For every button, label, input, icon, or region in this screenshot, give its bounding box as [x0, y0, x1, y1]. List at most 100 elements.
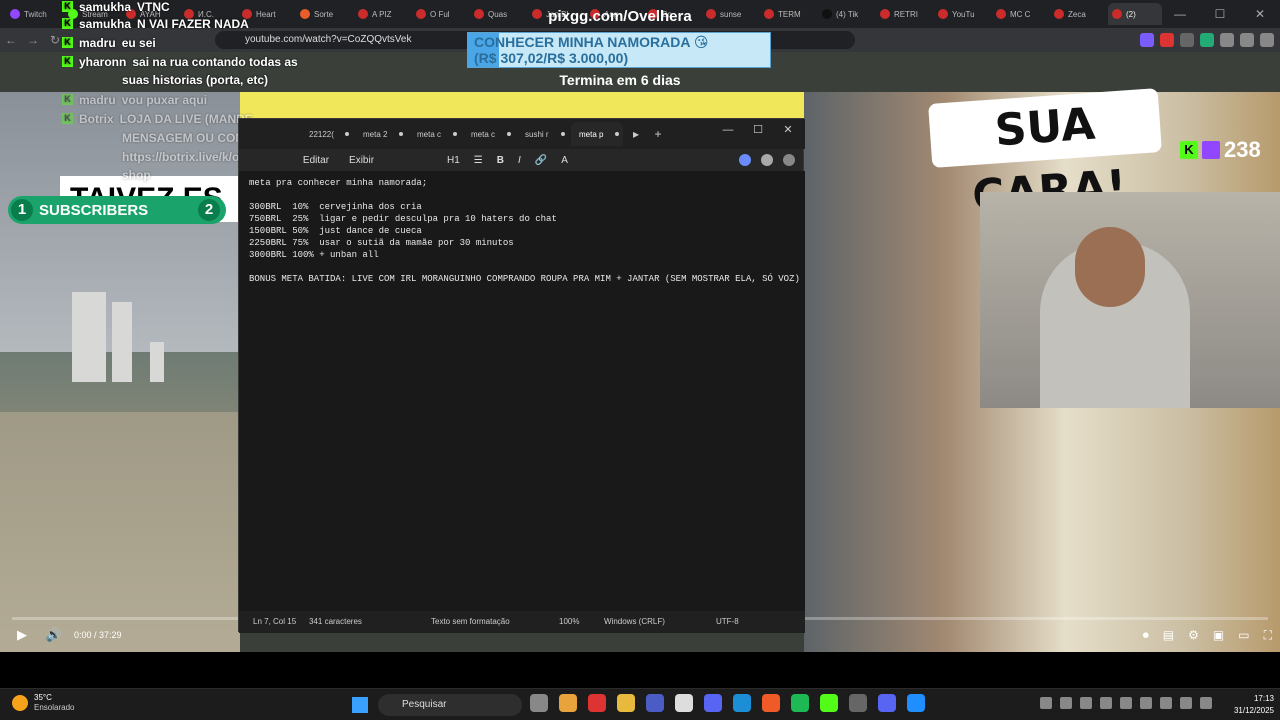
extension-icon[interactable]	[1180, 33, 1194, 47]
settings-icon[interactable]: ⚙	[1188, 628, 1199, 642]
copilot-icon[interactable]	[739, 154, 751, 166]
list-icon[interactable]: ☰	[474, 155, 483, 166]
theater-icon[interactable]: ▭	[1238, 628, 1249, 642]
brave-icon[interactable]	[762, 694, 780, 712]
favicon-icon	[416, 9, 426, 19]
volume-icon[interactable]: 🔊	[44, 627, 64, 643]
extension-icons	[1140, 28, 1274, 52]
menu-item-exibir[interactable]: Exibir	[339, 155, 384, 166]
notepad-window-controls: — ☐ ✕	[713, 119, 803, 143]
autoplay-toggle[interactable]: ⏺	[1143, 628, 1149, 643]
taskbar-apps	[530, 694, 925, 712]
browser-tab[interactable]: Zeca	[1050, 3, 1104, 25]
notepad-tab[interactable]: meta c	[463, 122, 515, 146]
browser-tab[interactable]: MC C	[992, 3, 1046, 25]
notepad-tab[interactable]: sushi r	[517, 122, 569, 146]
link-icon[interactable]: 🔗	[535, 155, 547, 166]
heading-select[interactable]: H1	[447, 155, 460, 166]
text-line: 3000BRL 100% + unban all	[249, 250, 379, 260]
discord-icon[interactable]	[878, 694, 896, 712]
browser-tab[interactable]: (4) Tik	[818, 3, 872, 25]
notepad-tab[interactable]: 22122(	[301, 122, 353, 146]
taskbar-search[interactable]: Pesquisar	[378, 694, 522, 716]
unsaved-dot-icon	[615, 132, 619, 136]
clear-format-icon[interactable]: A	[561, 155, 568, 166]
extension-icon[interactable]	[1160, 33, 1174, 47]
menu-item-editar[interactable]: Editar	[293, 155, 339, 166]
unsaved-dot-icon	[561, 132, 565, 136]
browser-tab[interactable]: YouTu	[934, 3, 988, 25]
fullscreen-icon[interactable]: ⛶	[1264, 628, 1272, 643]
notepad-tab[interactable]: meta 2	[355, 122, 407, 146]
kick-badge-icon: K	[62, 37, 73, 48]
weather-widget[interactable]: 35°C Ensolarado	[12, 693, 74, 713]
browser-tab[interactable]: O Ful	[412, 3, 466, 25]
chat-message: shop	[122, 168, 151, 182]
browser-tab[interactable]: Sorte	[296, 3, 350, 25]
new-tab-icon[interactable]: +	[647, 127, 669, 141]
favicon-icon	[10, 9, 20, 19]
browser-tab[interactable]: RETRI	[876, 3, 930, 25]
minimize-icon[interactable]: —	[1160, 0, 1200, 28]
app-icon[interactable]	[646, 694, 664, 712]
app-icon[interactable]	[849, 694, 867, 712]
task-view-icon[interactable]	[530, 694, 548, 712]
notepad-icon[interactable]	[907, 694, 925, 712]
miniplayer-icon[interactable]: ▣	[1213, 628, 1224, 642]
browser-tab[interactable]: A PIZ	[354, 3, 408, 25]
chat-username: samukha	[79, 0, 132, 14]
browser-tab[interactable]: (2)	[1108, 3, 1162, 25]
browser-tab[interactable]: Twitch	[6, 3, 60, 25]
kick-badge-icon: K	[62, 56, 73, 67]
kick-icon[interactable]	[820, 694, 838, 712]
notepad-tab[interactable]: meta c	[409, 122, 461, 146]
kick-badge-icon: K	[62, 94, 73, 105]
chat-username: madru	[79, 36, 116, 50]
folder-icon[interactable]	[617, 694, 635, 712]
chat-username: yharonn	[79, 55, 127, 69]
sidebar-icon[interactable]	[1240, 33, 1254, 47]
chrome-icon[interactable]	[559, 694, 577, 712]
maximize-icon[interactable]: ☐	[1200, 0, 1240, 28]
text-line: meta pra conhecer minha namorada;	[249, 178, 428, 188]
italic-icon[interactable]: I	[518, 155, 521, 166]
chatgpt-icon[interactable]	[675, 694, 693, 712]
app-icon[interactable]	[704, 694, 722, 712]
chat-message: Kmadru vou puxar aqui	[62, 93, 207, 107]
notepad-tab[interactable]: meta p	[571, 122, 623, 146]
play-icon[interactable]: ▶	[0, 627, 44, 643]
sun-icon	[12, 695, 28, 711]
chat-text: suas historias (porta, etc)	[122, 73, 269, 87]
clock[interactable]: 17:13 31/12/2025	[1234, 693, 1274, 717]
opera-icon[interactable]	[588, 694, 606, 712]
chat-message: K Botrix LOJA DA LIVE (MANDE	[62, 112, 253, 126]
tab-scroll-icon[interactable]: ▸	[625, 127, 647, 141]
extension-icon[interactable]	[1220, 33, 1234, 47]
minimize-icon[interactable]: —	[713, 119, 743, 143]
notepad-text-area[interactable]: meta pra conhecer minha namorada; 300BRL …	[239, 171, 805, 611]
subtitles-icon[interactable]: ▤	[1163, 628, 1174, 642]
text-line: 2250BRL 75% usar o sutiã da mamãe por 30…	[249, 238, 514, 248]
spotify-icon[interactable]	[791, 694, 809, 712]
chat-username: samukha	[79, 17, 132, 31]
back-icon[interactable]: ←	[0, 33, 22, 47]
chat-text: shop	[122, 168, 151, 182]
extension-icon[interactable]	[1200, 33, 1214, 47]
close-icon[interactable]: ✕	[773, 119, 803, 143]
settings-icon[interactable]	[783, 154, 795, 166]
menu-icon[interactable]	[1260, 33, 1274, 47]
chat-message: Ksamukha N VAI FAZER NADA	[62, 17, 249, 31]
text-line: 300BRL 10% cervejinha dos cria	[249, 202, 422, 212]
donation-goal: CONHECER MINHA NAMORADA 😘 (R$ 307,02/R$ …	[467, 32, 771, 68]
close-icon[interactable]: ✕	[1240, 0, 1280, 28]
maximize-icon[interactable]: ☐	[743, 119, 773, 143]
extension-icon[interactable]	[1140, 33, 1154, 47]
favicon-icon	[996, 9, 1006, 19]
account-icon[interactable]	[761, 154, 773, 166]
chat-message: Kyharonn sai na rua contando todas as	[62, 55, 298, 69]
bold-icon[interactable]: B	[497, 155, 504, 166]
steam-icon[interactable]	[733, 694, 751, 712]
chat-text: VTNC	[137, 0, 170, 14]
forward-icon[interactable]: →	[22, 33, 44, 47]
windows-start-icon[interactable]	[352, 697, 368, 713]
